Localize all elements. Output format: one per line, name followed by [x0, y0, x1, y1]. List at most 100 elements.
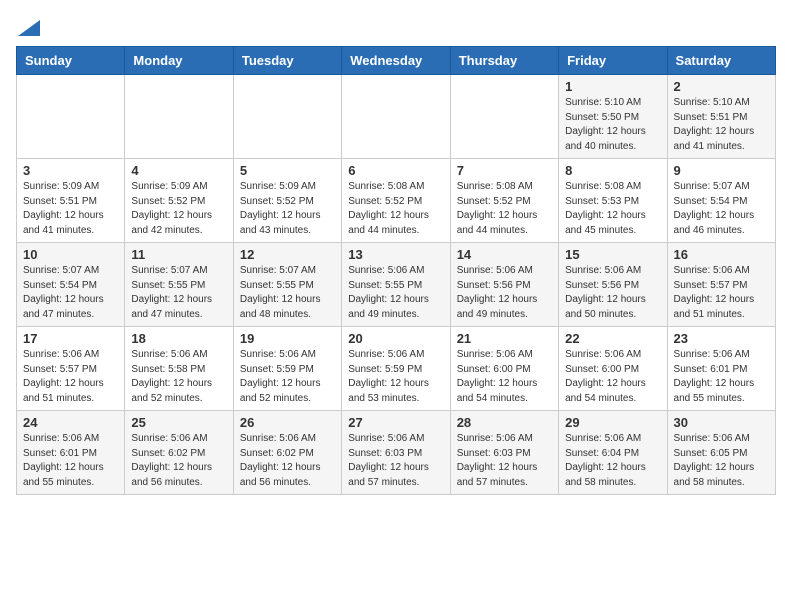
- calendar-cell: [233, 75, 341, 159]
- day-number: 17: [23, 331, 118, 346]
- day-info: Sunrise: 5:08 AMSunset: 5:53 PMDaylight:…: [565, 180, 660, 238]
- day-info: Sunrise: 5:06 AMSunset: 6:00 PMDaylight:…: [565, 348, 660, 406]
- calendar-week-3: 17 Sunrise: 5:06 AMSunset: 5:57 PMDayligh…: [17, 327, 776, 411]
- day-info: Sunrise: 5:10 AMSunset: 5:50 PMDaylight:…: [565, 96, 660, 154]
- calendar-cell: 26 Sunrise: 5:06 AMSunset: 6:02 PMDayligh…: [233, 411, 341, 495]
- logo-text: [16, 16, 40, 38]
- day-number: 19: [240, 331, 335, 346]
- calendar-cell: [17, 75, 125, 159]
- calendar-cell: 8 Sunrise: 5:08 AMSunset: 5:53 PMDaylight…: [559, 159, 667, 243]
- day-info: Sunrise: 5:09 AMSunset: 5:52 PMDaylight:…: [131, 180, 226, 238]
- weekday-header-wednesday: Wednesday: [342, 47, 450, 75]
- day-number: 27: [348, 415, 443, 430]
- day-info: Sunrise: 5:06 AMSunset: 5:57 PMDaylight:…: [23, 348, 118, 406]
- calendar-week-2: 10 Sunrise: 5:07 AMSunset: 5:54 PMDayligh…: [17, 243, 776, 327]
- day-info: Sunrise: 5:06 AMSunset: 5:58 PMDaylight:…: [131, 348, 226, 406]
- weekday-header-friday: Friday: [559, 47, 667, 75]
- calendar-cell: 17 Sunrise: 5:06 AMSunset: 5:57 PMDayligh…: [17, 327, 125, 411]
- calendar-cell: [125, 75, 233, 159]
- calendar-cell: 3Sunrise: 5:09 AMSunset: 5:51 PMDaylight…: [17, 159, 125, 243]
- day-info: Sunrise: 5:06 AMSunset: 6:01 PMDaylight:…: [23, 432, 118, 490]
- calendar-cell: 21Sunrise: 5:06 AMSunset: 6:00 PMDayligh…: [450, 327, 558, 411]
- day-info: Sunrise: 5:06 AMSunset: 5:57 PMDaylight:…: [674, 264, 769, 322]
- weekday-header-saturday: Saturday: [667, 47, 775, 75]
- day-number: 16: [674, 247, 769, 262]
- day-info: Sunrise: 5:07 AMSunset: 5:54 PMDaylight:…: [674, 180, 769, 238]
- calendar-cell: 30 Sunrise: 5:06 AMSunset: 6:05 PMDayligh…: [667, 411, 775, 495]
- day-number: 8: [565, 163, 660, 178]
- calendar-cell: 2 Sunrise: 5:10 AMSunset: 5:51 PMDaylight…: [667, 75, 775, 159]
- calendar-header: SundayMondayTuesdayWednesdayThursdayFrid…: [17, 47, 776, 75]
- calendar-cell: 29 Sunrise: 5:06 AMSunset: 6:04 PMDayligh…: [559, 411, 667, 495]
- calendar-cell: 9 Sunrise: 5:07 AMSunset: 5:54 PMDaylight…: [667, 159, 775, 243]
- day-number: 26: [240, 415, 335, 430]
- day-info: Sunrise: 5:06 AMSunset: 6:04 PMDaylight:…: [565, 432, 660, 490]
- page-header: [16, 16, 776, 36]
- weekday-header-monday: Monday: [125, 47, 233, 75]
- calendar-week-4: 24 Sunrise: 5:06 AMSunset: 6:01 PMDayligh…: [17, 411, 776, 495]
- calendar-cell: 18Sunrise: 5:06 AMSunset: 5:58 PMDayligh…: [125, 327, 233, 411]
- day-info: Sunrise: 5:08 AMSunset: 5:52 PMDaylight:…: [457, 180, 552, 238]
- day-info: Sunrise: 5:06 AMSunset: 5:56 PMDaylight:…: [457, 264, 552, 322]
- day-number: 22: [565, 331, 660, 346]
- day-number: 4: [131, 163, 226, 178]
- calendar-cell: [450, 75, 558, 159]
- day-number: 28: [457, 415, 552, 430]
- day-number: 20: [348, 331, 443, 346]
- day-info: Sunrise: 5:06 AMSunset: 6:02 PMDaylight:…: [240, 432, 335, 490]
- calendar-cell: 20 Sunrise: 5:06 AMSunset: 5:59 PMDayligh…: [342, 327, 450, 411]
- day-info: Sunrise: 5:07 AMSunset: 5:54 PMDaylight:…: [23, 264, 118, 322]
- logo-icon: [18, 20, 40, 36]
- day-info: Sunrise: 5:06 AMSunset: 6:03 PMDaylight:…: [348, 432, 443, 490]
- day-info: Sunrise: 5:10 AMSunset: 5:51 PMDaylight:…: [674, 96, 769, 154]
- calendar-cell: 1 Sunrise: 5:10 AMSunset: 5:50 PMDaylight…: [559, 75, 667, 159]
- calendar-table: SundayMondayTuesdayWednesdayThursdayFrid…: [16, 46, 776, 495]
- day-number: 5: [240, 163, 335, 178]
- calendar-cell: 28Sunrise: 5:06 AMSunset: 6:03 PMDayligh…: [450, 411, 558, 495]
- day-number: 30: [674, 415, 769, 430]
- calendar-cell: 6 Sunrise: 5:08 AMSunset: 5:52 PMDaylight…: [342, 159, 450, 243]
- day-info: Sunrise: 5:08 AMSunset: 5:52 PMDaylight:…: [348, 180, 443, 238]
- calendar-cell: 13Sunrise: 5:06 AMSunset: 5:55 PMDayligh…: [342, 243, 450, 327]
- calendar-body: 1 Sunrise: 5:10 AMSunset: 5:50 PMDaylight…: [17, 75, 776, 495]
- day-info: Sunrise: 5:07 AMSunset: 5:55 PMDaylight:…: [240, 264, 335, 322]
- day-number: 10: [23, 247, 118, 262]
- day-info: Sunrise: 5:06 AMSunset: 6:00 PMDaylight:…: [457, 348, 552, 406]
- day-number: 29: [565, 415, 660, 430]
- logo: [16, 16, 40, 36]
- day-info: Sunrise: 5:06 AMSunset: 5:56 PMDaylight:…: [565, 264, 660, 322]
- day-info: Sunrise: 5:06 AMSunset: 6:05 PMDaylight:…: [674, 432, 769, 490]
- weekday-header-tuesday: Tuesday: [233, 47, 341, 75]
- calendar-cell: 11Sunrise: 5:07 AMSunset: 5:55 PMDayligh…: [125, 243, 233, 327]
- day-number: 1: [565, 79, 660, 94]
- weekday-header-thursday: Thursday: [450, 47, 558, 75]
- day-number: 23: [674, 331, 769, 346]
- calendar-cell: 7 Sunrise: 5:08 AMSunset: 5:52 PMDaylight…: [450, 159, 558, 243]
- day-info: Sunrise: 5:06 AMSunset: 6:02 PMDaylight:…: [131, 432, 226, 490]
- calendar-week-0: 1 Sunrise: 5:10 AMSunset: 5:50 PMDaylight…: [17, 75, 776, 159]
- day-number: 25: [131, 415, 226, 430]
- day-info: Sunrise: 5:09 AMSunset: 5:52 PMDaylight:…: [240, 180, 335, 238]
- day-number: 6: [348, 163, 443, 178]
- day-info: Sunrise: 5:09 AMSunset: 5:51 PMDaylight:…: [23, 180, 118, 238]
- day-number: 13: [348, 247, 443, 262]
- calendar-cell: 24 Sunrise: 5:06 AMSunset: 6:01 PMDayligh…: [17, 411, 125, 495]
- calendar-cell: 25 Sunrise: 5:06 AMSunset: 6:02 PMDayligh…: [125, 411, 233, 495]
- day-number: 2: [674, 79, 769, 94]
- day-info: Sunrise: 5:06 AMSunset: 5:59 PMDaylight:…: [348, 348, 443, 406]
- calendar-cell: 16 Sunrise: 5:06 AMSunset: 5:57 PMDayligh…: [667, 243, 775, 327]
- calendar-cell: 23 Sunrise: 5:06 AMSunset: 6:01 PMDayligh…: [667, 327, 775, 411]
- day-number: 7: [457, 163, 552, 178]
- calendar-cell: 15Sunrise: 5:06 AMSunset: 5:56 PMDayligh…: [559, 243, 667, 327]
- calendar-cell: 10 Sunrise: 5:07 AMSunset: 5:54 PMDayligh…: [17, 243, 125, 327]
- calendar-cell: 5 Sunrise: 5:09 AMSunset: 5:52 PMDaylight…: [233, 159, 341, 243]
- calendar-week-1: 3Sunrise: 5:09 AMSunset: 5:51 PMDaylight…: [17, 159, 776, 243]
- calendar-cell: 12 Sunrise: 5:07 AMSunset: 5:55 PMDayligh…: [233, 243, 341, 327]
- day-info: Sunrise: 5:06 AMSunset: 6:01 PMDaylight:…: [674, 348, 769, 406]
- day-number: 9: [674, 163, 769, 178]
- calendar-cell: 22 Sunrise: 5:06 AMSunset: 6:00 PMDayligh…: [559, 327, 667, 411]
- day-info: Sunrise: 5:06 AMSunset: 5:59 PMDaylight:…: [240, 348, 335, 406]
- calendar-cell: 4 Sunrise: 5:09 AMSunset: 5:52 PMDaylight…: [125, 159, 233, 243]
- day-number: 12: [240, 247, 335, 262]
- day-number: 24: [23, 415, 118, 430]
